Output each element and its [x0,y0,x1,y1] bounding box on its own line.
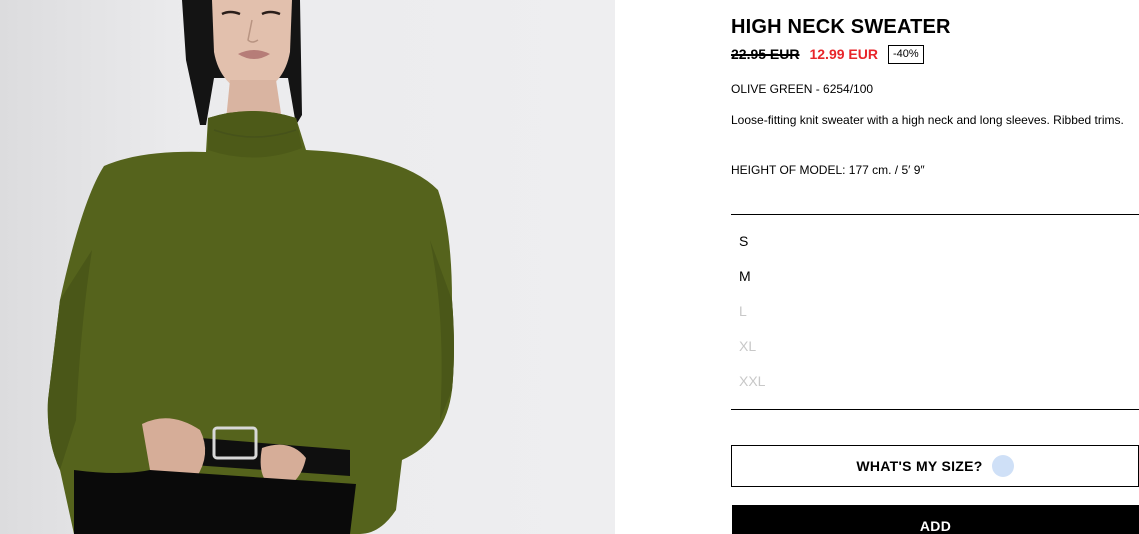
whats-my-size-label: WHAT'S MY SIZE? [856,458,983,474]
size-option-s[interactable]: S [739,224,765,259]
model-illustration [47,0,454,534]
sale-price: 12.99 EUR [809,46,878,62]
product-details: HIGH NECK SWEATER 22.95 EUR 12.99 EUR -4… [731,0,1139,534]
discount-badge: -40% [887,44,924,64]
whats-my-size-button[interactable]: WHAT'S MY SIZE? [731,445,1139,487]
product-description: Loose-fitting knit sweater with a high n… [731,113,1124,127]
product-title: HIGH NECK SWEATER [731,16,951,38]
size-option-xl: XL [739,338,757,354]
size-assistant-icon [991,455,1014,477]
size-option-l: L [739,303,747,319]
size-list-bottom-divider [731,409,1139,410]
product-page: HIGH NECK SWEATER 22.95 EUR 12.99 EUR -4… [0,0,1139,534]
model-height: HEIGHT OF MODEL: 177 cm. / 5′ 9″ [731,163,925,177]
price-row: 22.95 EUR 12.99 EUR -40% [731,44,924,64]
size-selector: S M L XL XXL [739,224,765,399]
add-to-cart-label: ADD [919,518,952,534]
color-reference: OLIVE GREEN - 6254/100 [731,82,874,96]
size-option-xxl: XXL [739,373,766,389]
product-image[interactable] [0,0,615,534]
size-list-top-divider [731,214,1139,215]
size-option-m[interactable]: M [739,259,765,294]
original-price: 22.95 EUR [731,46,800,62]
add-to-cart-button[interactable]: ADD [732,505,1139,534]
